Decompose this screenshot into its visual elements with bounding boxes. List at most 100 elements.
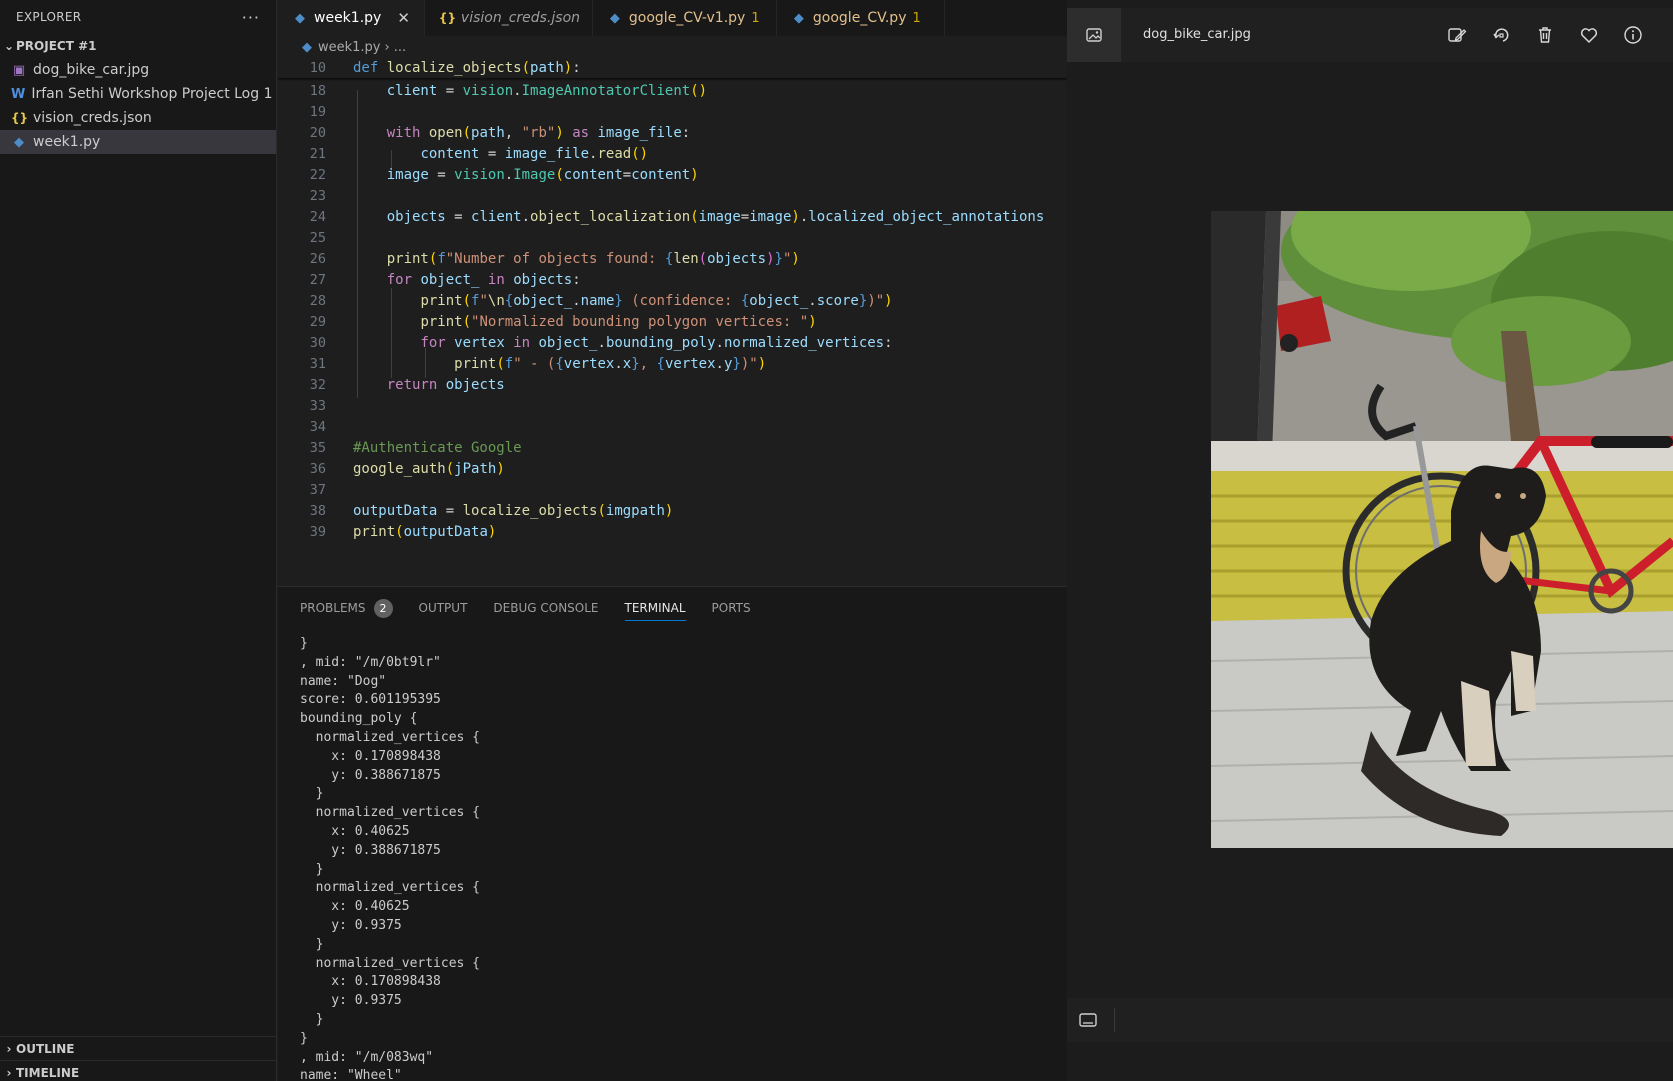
tab-vision-creds[interactable]: {} vision_creds.json <box>425 0 593 36</box>
line-number: 23 <box>309 188 326 204</box>
terminal-line: x: 0.170898438 <box>300 974 441 990</box>
photo-image <box>1211 211 1673 848</box>
code-line: 38 outputData = localize_objects(imgpath) <box>278 501 1067 522</box>
code-line: 36 google_auth(jPath) <box>278 459 1067 480</box>
terminal-line: name: "Dog" <box>300 673 387 689</box>
code-line: 24 objects = client.object_localization(… <box>278 207 1067 228</box>
code-line: 22 image = vision.Image(content=content) <box>278 165 1067 186</box>
editor-tabs: ◆ week1.py ✕ {} vision_creds.json ◆ goog… <box>278 0 1067 36</box>
word-file-icon: W <box>11 86 26 102</box>
favorite-heart-icon[interactable] <box>1577 23 1601 47</box>
line-number: 38 <box>309 503 326 519</box>
tab-output[interactable]: OUTPUT <box>419 587 468 629</box>
python-file-icon: ◆ <box>302 39 312 55</box>
line-number: 29 <box>309 314 326 330</box>
viewer-bottom-bar <box>1067 998 1673 1042</box>
code-line: 21 content = image_file.read() <box>278 144 1067 165</box>
tab-google-cv[interactable]: ◆ google_CV.py 1 <box>777 0 945 36</box>
terminal-line: x: 0.40625 <box>300 899 410 915</box>
line-number: 33 <box>309 398 326 414</box>
tab-label: PROBLEMS <box>300 601 366 615</box>
terminal-line: normalized_vertices { <box>300 805 481 821</box>
terminal-line: y: 0.9375 <box>300 993 402 1009</box>
code-line: 27 for object_ in objects: <box>278 270 1067 291</box>
terminal-line: x: 0.40625 <box>300 823 410 839</box>
code-line: 32 return objects <box>278 375 1067 396</box>
line-number: 22 <box>309 167 326 183</box>
code-line: 23 <box>278 186 1067 207</box>
tab-label: OUTPUT <box>418 601 468 615</box>
tab-terminal[interactable]: TERMINAL <box>624 587 686 629</box>
code-line: 33 <box>278 396 1067 417</box>
line-number: 32 <box>309 377 326 393</box>
file-label: vision_creds.json <box>33 110 152 126</box>
terminal-line: x: 0.170898438 <box>300 748 441 764</box>
tab-debug-console[interactable]: DEBUG CONSOLE <box>493 587 598 629</box>
terminal-line: } <box>300 1011 324 1027</box>
terminal-line: } <box>300 636 308 651</box>
breadcrumb[interactable]: ◆ week1.py › ... <box>278 36 1067 58</box>
file-item-dog-bike-car[interactable]: ▣ dog_bike_car.jpg <box>0 58 276 82</box>
terminal-line: score: 0.601195395 <box>300 692 441 708</box>
code-line: 37 <box>278 480 1067 501</box>
file-item-workshop-log[interactable]: W Irfan Sethi Workshop Project Log 1 - .… <box>0 82 276 106</box>
more-actions-icon[interactable]: ··· <box>242 8 260 27</box>
breadcrumb-file[interactable]: week1.py <box>318 40 381 55</box>
code-line: 19 <box>278 102 1067 123</box>
terminal-line: y: 0.9375 <box>300 917 402 933</box>
tab-ports[interactable]: PORTS <box>712 587 751 629</box>
timeline-section[interactable]: › TIMELINE <box>0 1060 277 1081</box>
tab-label: vision_creds.json <box>460 10 581 26</box>
problem-count-badge: 1 <box>912 10 921 26</box>
line-number: 35 <box>309 440 326 456</box>
chevron-right-icon: › <box>6 1065 12 1080</box>
tab-google-cv-v1[interactable]: ◆ google_CV-v1.py 1 <box>593 0 777 36</box>
close-icon[interactable]: ✕ <box>397 9 410 27</box>
json-file-icon: {} <box>438 11 456 25</box>
file-item-vision-creds[interactable]: {} vision_creds.json <box>0 106 276 130</box>
terminal-output[interactable]: } , mid: "/m/0bt9lr" name: "Dog" score: 0.6… <box>300 635 480 1081</box>
terminal-line: normalized_vertices { <box>300 955 481 971</box>
photo-dog-bike-car[interactable] <box>1211 211 1673 848</box>
line-number: 36 <box>309 461 326 477</box>
python-file-icon: ◆ <box>609 10 620 26</box>
tab-label: DEBUG CONSOLE <box>493 601 599 615</box>
terminal-line: , mid: "/m/083wq" <box>300 1049 434 1065</box>
line-number: 27 <box>309 272 326 288</box>
delete-icon[interactable] <box>1533 23 1557 47</box>
breadcrumb-symbol[interactable]: ... <box>394 40 406 55</box>
line-number: 21 <box>309 146 326 162</box>
viewer-filename: dog_bike_car.jpg <box>1143 27 1251 42</box>
rotate-icon[interactable] <box>1489 23 1513 47</box>
terminal-line: y: 0.388671875 <box>300 842 441 858</box>
bottom-panel: PROBLEMS 2 OUTPUT DEBUG CONSOLE TERMINAL… <box>278 586 1067 1081</box>
terminal-line: bounding_poly { <box>300 711 418 727</box>
edit-image-icon[interactable] <box>1445 23 1469 47</box>
filmstrip-icon[interactable] <box>1078 1010 1098 1034</box>
tab-week1[interactable]: ◆ week1.py ✕ <box>278 0 425 36</box>
gallery-button[interactable] <box>1067 8 1121 62</box>
project-folder[interactable]: ⌄ PROJECT #1 <box>0 34 276 58</box>
line-number: 31 <box>309 356 326 372</box>
explorer-title: EXPLORER <box>16 10 82 24</box>
code-line: 35 #Authenticate Google <box>278 438 1067 459</box>
tab-problems[interactable]: PROBLEMS 2 <box>300 587 393 629</box>
line-number: 20 <box>309 125 326 141</box>
code-line: 39 print(outputData) <box>278 522 1067 543</box>
info-icon[interactable] <box>1621 23 1645 47</box>
terminal-line: normalized_vertices { <box>300 880 481 896</box>
problem-count-badge: 1 <box>751 10 760 26</box>
terminal-line: normalized_vertices { <box>300 729 481 745</box>
photo-viewer-window: dog_bike_car.jpg <box>1067 0 1673 1081</box>
outline-section[interactable]: › OUTLINE <box>0 1036 277 1060</box>
explorer-header: EXPLORER ··· <box>0 0 276 34</box>
tab-label: PORTS <box>711 601 751 615</box>
code-line: 29 print("Normalized bounding polygon ve… <box>278 312 1067 333</box>
tab-label: google_CV-v1.py <box>628 10 746 26</box>
code-line: 30 for vertex in object_.bounding_poly.n… <box>278 333 1067 354</box>
file-item-week1[interactable]: ◆ week1.py <box>0 130 276 154</box>
code-line: 20 with open(path, "rb") as image_file: <box>278 123 1067 144</box>
terminal-line: name: "Wheel" <box>300 1068 402 1081</box>
line-number: 37 <box>309 482 326 498</box>
code-line: 10 def localize_objects(path): <box>278 58 1067 79</box>
